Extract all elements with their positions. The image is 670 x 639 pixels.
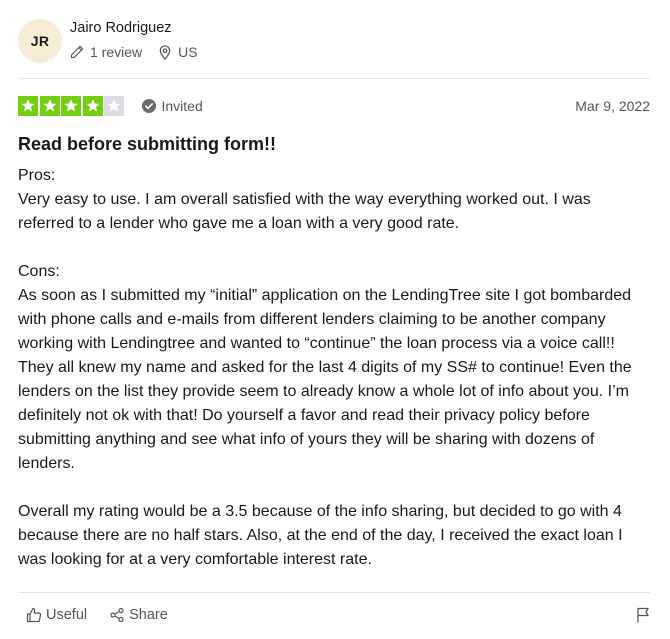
- useful-button[interactable]: Useful: [26, 607, 87, 623]
- cons-label: Cons:: [18, 263, 60, 280]
- thumbs-up-icon: [26, 607, 42, 623]
- review-date: Mar 9, 2022: [575, 98, 650, 114]
- share-label: Share: [129, 607, 168, 623]
- review-card: JR Jairo Rodriguez 1 review US Invited M…: [18, 0, 650, 639]
- star-rating: [18, 96, 126, 116]
- share-button[interactable]: Share: [109, 607, 168, 623]
- star-icon: [21, 99, 35, 112]
- summary-text: Overall my rating would be a 3.5 because…: [18, 503, 623, 568]
- pencil-icon: [70, 45, 84, 59]
- review-count: 1 review: [70, 44, 142, 60]
- cons-text: As soon as I submitted my “initial” appl…: [18, 287, 632, 472]
- star-empty: [104, 96, 124, 116]
- review-actions: Useful Share: [26, 604, 650, 626]
- location-pin-icon: [159, 44, 171, 60]
- review-count-label: 1 review: [90, 44, 143, 60]
- star-filled: [82, 96, 103, 116]
- star-filled: [39, 96, 60, 116]
- verification-badge[interactable]: Invited: [141, 98, 203, 114]
- reviewer-header[interactable]: JR Jairo Rodriguez 1 review US: [18, 18, 198, 64]
- reviewer-country: US: [158, 44, 198, 60]
- country-label: US: [178, 44, 198, 60]
- header-divider: [18, 78, 650, 79]
- verification-label: Invited: [161, 98, 203, 114]
- star-icon: [86, 99, 99, 112]
- star-icon: [64, 99, 78, 112]
- review-body: Pros: Very easy to use. I am overall sat…: [18, 164, 650, 572]
- footer-divider: [18, 592, 650, 593]
- reviewer-name[interactable]: Jairo Rodriguez: [70, 20, 198, 36]
- star-icon: [107, 99, 121, 112]
- star-filled: [61, 96, 81, 116]
- useful-label: Useful: [46, 607, 88, 623]
- review-title[interactable]: Read before submitting form!!: [18, 134, 276, 155]
- reviewer-stats: 1 review US: [70, 44, 198, 60]
- reviewer-meta: Jairo Rodriguez 1 review US: [70, 20, 198, 60]
- star-icon: [43, 99, 56, 112]
- check-circle-icon: [141, 99, 156, 113]
- pros-label: Pros:: [18, 167, 56, 184]
- report-button[interactable]: [636, 607, 650, 623]
- avatar[interactable]: JR: [18, 19, 62, 63]
- flag-icon: [637, 607, 649, 623]
- rating-row: Invited Mar 9, 2022: [18, 95, 650, 117]
- pros-text: Very easy to use. I am overall satisfied…: [18, 191, 591, 232]
- star-filled: [18, 96, 38, 116]
- share-icon: [110, 607, 124, 623]
